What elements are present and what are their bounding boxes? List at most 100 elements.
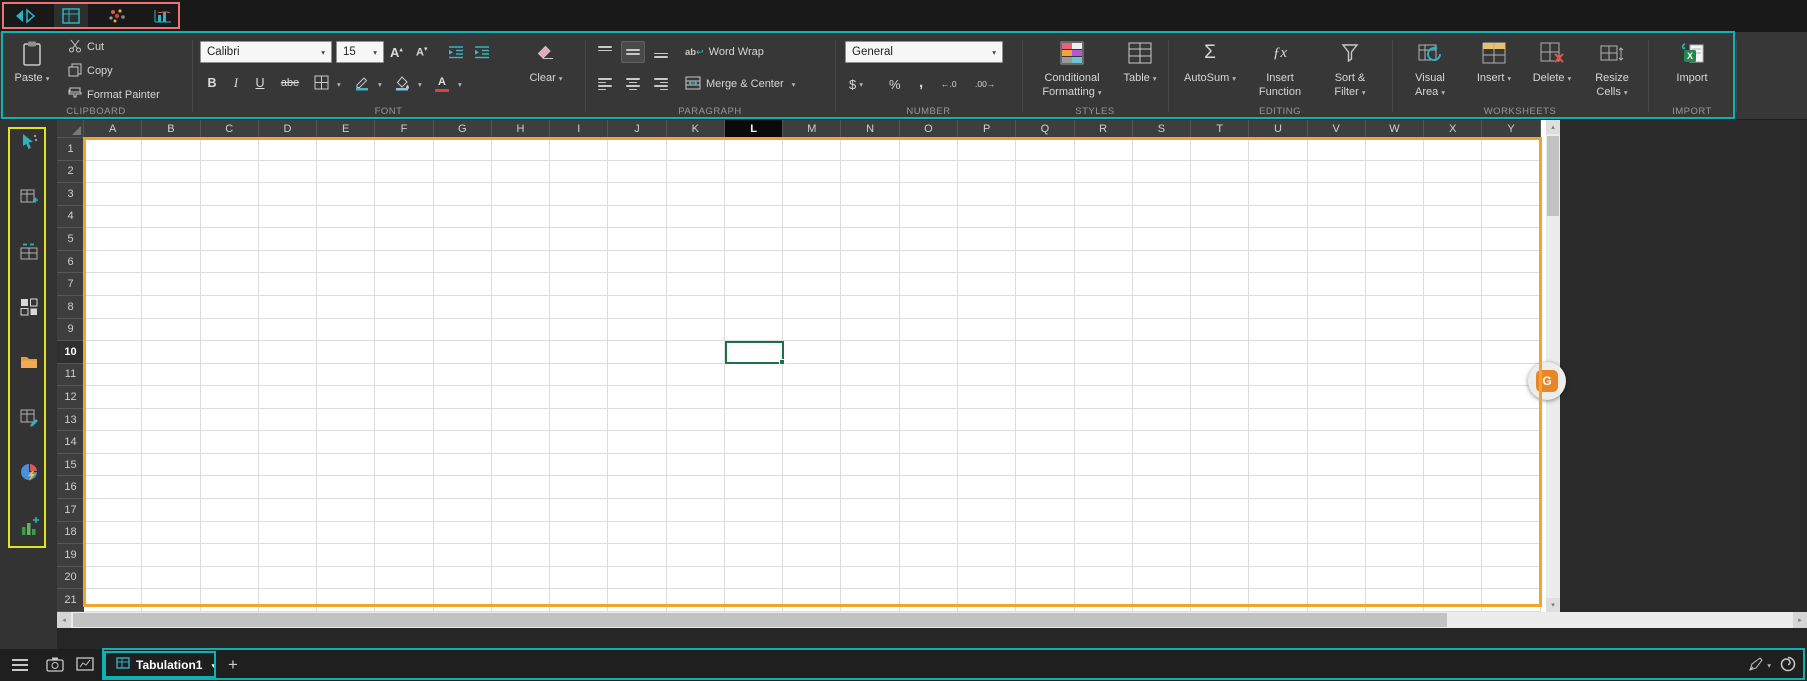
cell-M14[interactable]: [783, 431, 841, 454]
cell-W1[interactable]: [1366, 138, 1424, 161]
cell-S20[interactable]: [1133, 567, 1191, 590]
cell-I3[interactable]: [550, 183, 608, 206]
strikethrough-button[interactable]: abe: [276, 73, 304, 93]
cell-D2[interactable]: [259, 161, 317, 184]
cell-B6[interactable]: [142, 251, 200, 274]
cell-W14[interactable]: [1366, 431, 1424, 454]
cell-A17[interactable]: [84, 499, 142, 522]
cell-H18[interactable]: [492, 522, 550, 545]
cell-U1[interactable]: [1249, 138, 1307, 161]
cell-M18[interactable]: [783, 522, 841, 545]
cell-E7[interactable]: [317, 273, 375, 296]
cell-E19[interactable]: [317, 544, 375, 567]
cell-V11[interactable]: [1308, 364, 1366, 387]
cell-N6[interactable]: [841, 251, 899, 274]
cell-V1[interactable]: [1308, 138, 1366, 161]
bar-chart-button[interactable]: [14, 513, 44, 543]
comma-format-button[interactable]: ,: [919, 72, 923, 92]
cell-I20[interactable]: [550, 567, 608, 590]
cell-N13[interactable]: [841, 409, 899, 432]
cell-Y5[interactable]: [1482, 228, 1540, 251]
cell-O11[interactable]: [900, 364, 958, 387]
cell-B8[interactable]: [142, 296, 200, 319]
cell-Q10[interactable]: [1016, 341, 1074, 364]
cell-X20[interactable]: [1424, 567, 1482, 590]
bold-button[interactable]: B: [202, 73, 222, 93]
row-header-6[interactable]: 6: [57, 251, 84, 274]
column-header-M[interactable]: M: [783, 120, 841, 138]
cell-B9[interactable]: [142, 319, 200, 342]
sort-filter-button[interactable]: Sort &Filter▾: [1316, 36, 1384, 100]
cell-G8[interactable]: [434, 296, 492, 319]
row-header-18[interactable]: 18: [57, 522, 84, 545]
cell-E21[interactable]: [317, 589, 375, 612]
row-header-14[interactable]: 14: [57, 431, 84, 454]
cell-S4[interactable]: [1133, 206, 1191, 229]
column-header-K[interactable]: K: [667, 120, 725, 138]
cell-W19[interactable]: [1366, 544, 1424, 567]
row-header-4[interactable]: 4: [57, 206, 84, 229]
cell-E15[interactable]: [317, 454, 375, 477]
cell-H16[interactable]: [492, 476, 550, 499]
cell-P1[interactable]: [958, 138, 1016, 161]
column-header-D[interactable]: D: [259, 120, 317, 138]
cell-A21[interactable]: [84, 589, 142, 612]
cell-R9[interactable]: [1075, 319, 1133, 342]
font-size-select[interactable]: 15▾: [336, 41, 384, 63]
insert-function-button[interactable]: ƒx InsertFunction: [1248, 36, 1312, 100]
cell-J15[interactable]: [608, 454, 666, 477]
cell-N9[interactable]: [841, 319, 899, 342]
grow-font-button[interactable]: A▴: [390, 41, 403, 63]
row-header-1[interactable]: 1: [57, 138, 84, 161]
assistant-badge[interactable]: G: [1528, 362, 1566, 400]
cell-R18[interactable]: [1075, 522, 1133, 545]
cell-Q14[interactable]: [1016, 431, 1074, 454]
cell-O20[interactable]: [900, 567, 958, 590]
cell-X8[interactable]: [1424, 296, 1482, 319]
cell-C9[interactable]: [201, 319, 259, 342]
cell-H15[interactable]: [492, 454, 550, 477]
capture-button[interactable]: [46, 653, 64, 677]
cell-V7[interactable]: [1308, 273, 1366, 296]
cell-H21[interactable]: [492, 589, 550, 612]
cell-X7[interactable]: [1424, 273, 1482, 296]
cell-T7[interactable]: [1191, 273, 1249, 296]
cell-F17[interactable]: [375, 499, 433, 522]
align-middle-button[interactable]: [621, 41, 645, 63]
cell-B17[interactable]: [142, 499, 200, 522]
cell-S15[interactable]: [1133, 454, 1191, 477]
cell-X19[interactable]: [1424, 544, 1482, 567]
cell-K20[interactable]: [667, 567, 725, 590]
cell-E8[interactable]: [317, 296, 375, 319]
row-header-12[interactable]: 12: [57, 386, 84, 409]
cell-G13[interactable]: [434, 409, 492, 432]
row-header-9[interactable]: 9: [57, 319, 84, 342]
cell-L2[interactable]: [725, 161, 783, 184]
cell-U15[interactable]: [1249, 454, 1307, 477]
cell-U7[interactable]: [1249, 273, 1307, 296]
cell-I2[interactable]: [550, 161, 608, 184]
cell-U2[interactable]: [1249, 161, 1307, 184]
cell-T8[interactable]: [1191, 296, 1249, 319]
cell-L18[interactable]: [725, 522, 783, 545]
cell-I19[interactable]: [550, 544, 608, 567]
analysis-chart-icon[interactable]: [146, 3, 180, 29]
cell-Y6[interactable]: [1482, 251, 1540, 274]
cell-L16[interactable]: [725, 476, 783, 499]
cell-N1[interactable]: [841, 138, 899, 161]
cell-K18[interactable]: [667, 522, 725, 545]
cell-C5[interactable]: [201, 228, 259, 251]
cell-S13[interactable]: [1133, 409, 1191, 432]
cell-Y21[interactable]: [1482, 589, 1540, 612]
cell-H6[interactable]: [492, 251, 550, 274]
cell-R5[interactable]: [1075, 228, 1133, 251]
cell-W4[interactable]: [1366, 206, 1424, 229]
row-header-7[interactable]: 7: [57, 273, 84, 296]
cell-I14[interactable]: [550, 431, 608, 454]
copy-button[interactable]: Copy: [68, 60, 113, 82]
cell-C2[interactable]: [201, 161, 259, 184]
cell-R8[interactable]: [1075, 296, 1133, 319]
cell-V10[interactable]: [1308, 341, 1366, 364]
cell-L7[interactable]: [725, 273, 783, 296]
word-wrap-button[interactable]: ab↩ Word Wrap: [685, 41, 764, 63]
